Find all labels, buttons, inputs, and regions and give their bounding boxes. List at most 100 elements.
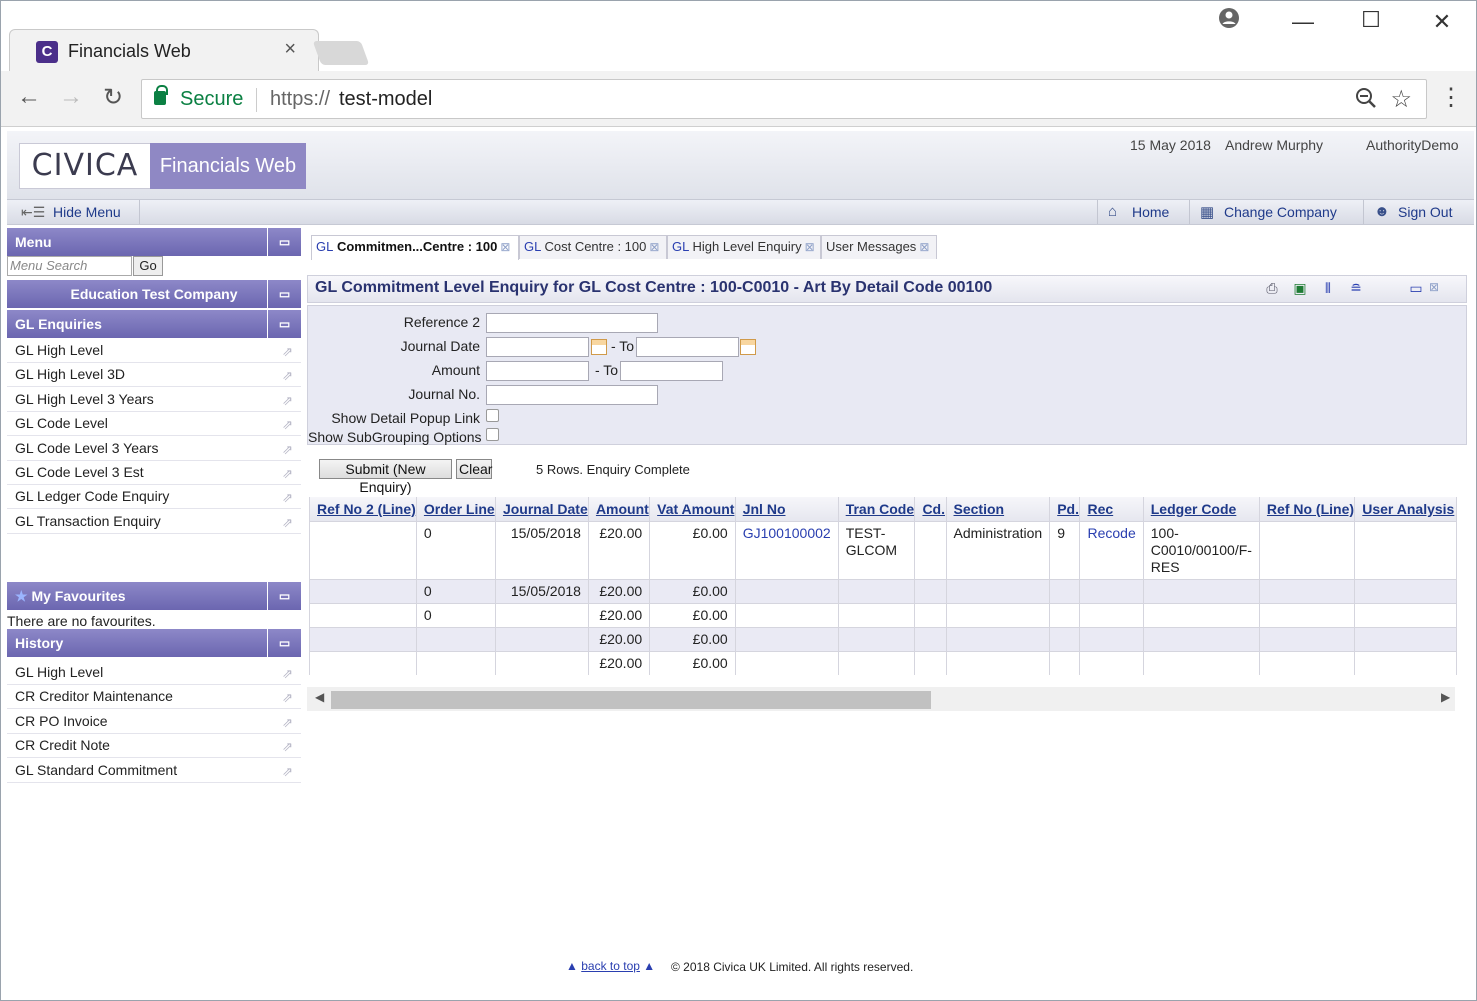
zoom-icon[interactable] — [1354, 86, 1378, 116]
profile-icon[interactable] — [1209, 7, 1249, 35]
column-header[interactable]: Section — [946, 497, 1051, 522]
detail-popup-checkbox[interactable] — [486, 409, 499, 422]
calendar-icon[interactable] — [740, 339, 756, 355]
close-panel-icon[interactable]: ⊠ — [1424, 280, 1444, 298]
close-tab-icon[interactable]: ⊠ — [919, 240, 929, 254]
history-item[interactable]: CR Creditor Maintenance ⇗ — [7, 685, 301, 710]
window-icon[interactable]: ▭ — [1406, 280, 1426, 298]
back-icon[interactable]: ← — [13, 83, 45, 111]
external-link-icon[interactable]: ⇗ — [282, 341, 293, 363]
history-item[interactable]: GL High Level ⇗ — [7, 661, 301, 685]
column-header[interactable]: Pd. — [1049, 497, 1081, 522]
external-link-icon[interactable]: ⇗ — [282, 439, 293, 461]
journal-date-from-input[interactable] — [486, 337, 589, 357]
column-header[interactable]: Jnl No — [735, 497, 839, 522]
column-header[interactable]: Vat Amount — [649, 497, 736, 522]
close-tab-icon[interactable]: ⊠ — [500, 240, 510, 254]
history-item[interactable]: GL Standard Commitment ⇗ — [7, 759, 301, 783]
window-close-icon[interactable]: ✕ — [1422, 9, 1462, 35]
column-header[interactable]: User Analysis — [1354, 497, 1457, 522]
hide-menu-button[interactable]: ⇤☰ Hide Menu — [7, 200, 140, 224]
browser-tab[interactable]: C Financials Web × — [9, 29, 319, 71]
browser-menu-icon[interactable]: ⋮ — [1437, 83, 1465, 112]
gl-enquiries-toggle-icon[interactable]: ▭ — [267, 310, 301, 338]
external-link-icon[interactable]: ⇗ — [282, 512, 293, 534]
maximize-icon[interactable]: ☐ — [1351, 7, 1391, 33]
history-toggle-icon[interactable]: ▭ — [267, 629, 301, 657]
close-tab-icon[interactable]: × — [284, 38, 296, 61]
submit-button[interactable]: Submit (New Enquiry) — [319, 459, 452, 495]
amount-from-input[interactable] — [486, 361, 589, 381]
home-link[interactable]: ⌂ Home — [1097, 200, 1189, 224]
history-item[interactable]: CR PO Invoice ⇗ — [7, 710, 301, 734]
external-link-icon[interactable]: ⇗ — [282, 687, 293, 709]
history-item[interactable]: CR Credit Note ⇗ — [7, 734, 301, 759]
gl-enquiries-header[interactable]: GL Enquiries ▭ — [7, 310, 301, 338]
reload-icon[interactable]: ↻ — [97, 83, 129, 112]
external-link-icon[interactable]: ⇗ — [282, 712, 293, 734]
scrollbar-thumb[interactable] — [331, 691, 931, 709]
sidebar-item[interactable]: GL Ledger Code Enquiry ⇗ — [7, 485, 301, 510]
sidebar-item[interactable]: GL High Level ⇗ — [7, 339, 301, 363]
external-link-icon[interactable]: ⇗ — [282, 463, 293, 485]
scroll-right-icon[interactable]: ▶ — [1441, 690, 1450, 704]
sidebar-item[interactable]: GL High Level 3D ⇗ — [7, 363, 301, 388]
back-to-top-link[interactable]: ▲ back to top ▲ — [566, 959, 655, 973]
sidebar-item[interactable]: GL Code Level 3 Years ⇗ — [7, 437, 301, 461]
change-company-link[interactable]: ▦ Change Company — [1189, 200, 1363, 224]
sidebar-item[interactable]: GL Code Level 3 Est ⇗ — [7, 461, 301, 485]
page-tab[interactable]: GL High Level Enquiry ⊠ — [667, 235, 821, 259]
close-tab-icon[interactable]: ⊠ — [805, 240, 815, 254]
address-bar[interactable]: Secure https:// test-model ☆ — [141, 79, 1427, 119]
company-toggle-icon[interactable]: ▭ — [267, 280, 301, 308]
clear-button[interactable]: Clear — [456, 459, 492, 479]
favourites-toggle-icon[interactable]: ▭ — [267, 582, 301, 610]
column-header[interactable]: Ledger Code — [1143, 497, 1260, 522]
column-header[interactable]: Ref No (Line) — [1259, 497, 1356, 522]
journal-no-input[interactable] — [486, 385, 658, 405]
calendar-icon[interactable] — [591, 339, 607, 355]
external-link-icon[interactable]: ⇗ — [282, 736, 293, 758]
external-link-icon[interactable]: ⇗ — [282, 487, 293, 509]
close-tab-icon[interactable]: ⊠ — [649, 240, 659, 254]
columns-icon[interactable]: ⫴ — [1318, 280, 1338, 298]
external-link-icon[interactable]: ⇗ — [282, 365, 293, 387]
table-cell: £0.00 — [649, 579, 736, 604]
external-link-icon[interactable]: ⇗ — [282, 761, 293, 783]
subgrouping-checkbox[interactable] — [486, 428, 499, 441]
menu-search-go-button[interactable]: Go — [133, 256, 163, 276]
print-icon[interactable]: ⎙ — [1262, 280, 1282, 298]
menu-search-input[interactable]: Menu Search — [7, 256, 132, 276]
journal-date-to-input[interactable] — [636, 337, 739, 357]
external-link-icon[interactable]: ⇗ — [282, 390, 293, 412]
scroll-left-icon[interactable]: ◀ — [315, 690, 324, 704]
column-header[interactable]: Rec — [1079, 497, 1144, 522]
bookmark-star-icon[interactable]: ☆ — [1390, 85, 1412, 114]
minimize-icon[interactable]: — — [1283, 9, 1323, 35]
column-header[interactable]: Order Line — [416, 497, 496, 522]
collapse-icon[interactable]: ≘ — [1346, 280, 1366, 298]
menu-toggle-icon[interactable]: ▭ — [267, 228, 301, 256]
enquiry-title: GL Commitment Level Enquiry for GL Cost … — [315, 279, 993, 296]
external-link-icon[interactable]: ⇗ — [282, 414, 293, 436]
reference2-input[interactable] — [486, 313, 658, 333]
sidebar-item[interactable]: GL Transaction Enquiry ⇗ — [7, 510, 301, 534]
column-header[interactable]: Cd. — [914, 497, 947, 522]
column-header[interactable]: Ref No 2 (Line) — [310, 497, 417, 522]
horizontal-scrollbar[interactable]: ◀ ▶ — [307, 687, 1455, 711]
sidebar-item[interactable]: GL High Level 3 Years ⇗ — [7, 388, 301, 412]
column-header[interactable]: Tran Code — [838, 497, 916, 522]
external-link-icon[interactable]: ⇗ — [282, 663, 293, 685]
column-header[interactable]: Amount — [588, 497, 651, 522]
sign-out-link[interactable]: ☻ Sign Out — [1363, 200, 1474, 224]
sidebar-item[interactable]: GL Code Level ⇗ — [7, 412, 301, 437]
page-tab[interactable]: GL Cost Centre : 100 ⊠ — [519, 235, 667, 259]
excel-export-icon[interactable]: ▣ — [1290, 280, 1310, 298]
column-header[interactable]: Journal Date — [495, 497, 589, 522]
table-cell[interactable]: GJ100100002 — [735, 521, 839, 580]
page-tab[interactable]: User Messages ⊠ — [821, 235, 937, 259]
page-tab[interactable]: GL Commitmen...Centre : 100 ⊠ — [311, 235, 519, 260]
table-cell[interactable]: Recode — [1079, 521, 1144, 580]
new-tab-button[interactable] — [312, 41, 370, 65]
amount-to-input[interactable] — [620, 361, 723, 381]
